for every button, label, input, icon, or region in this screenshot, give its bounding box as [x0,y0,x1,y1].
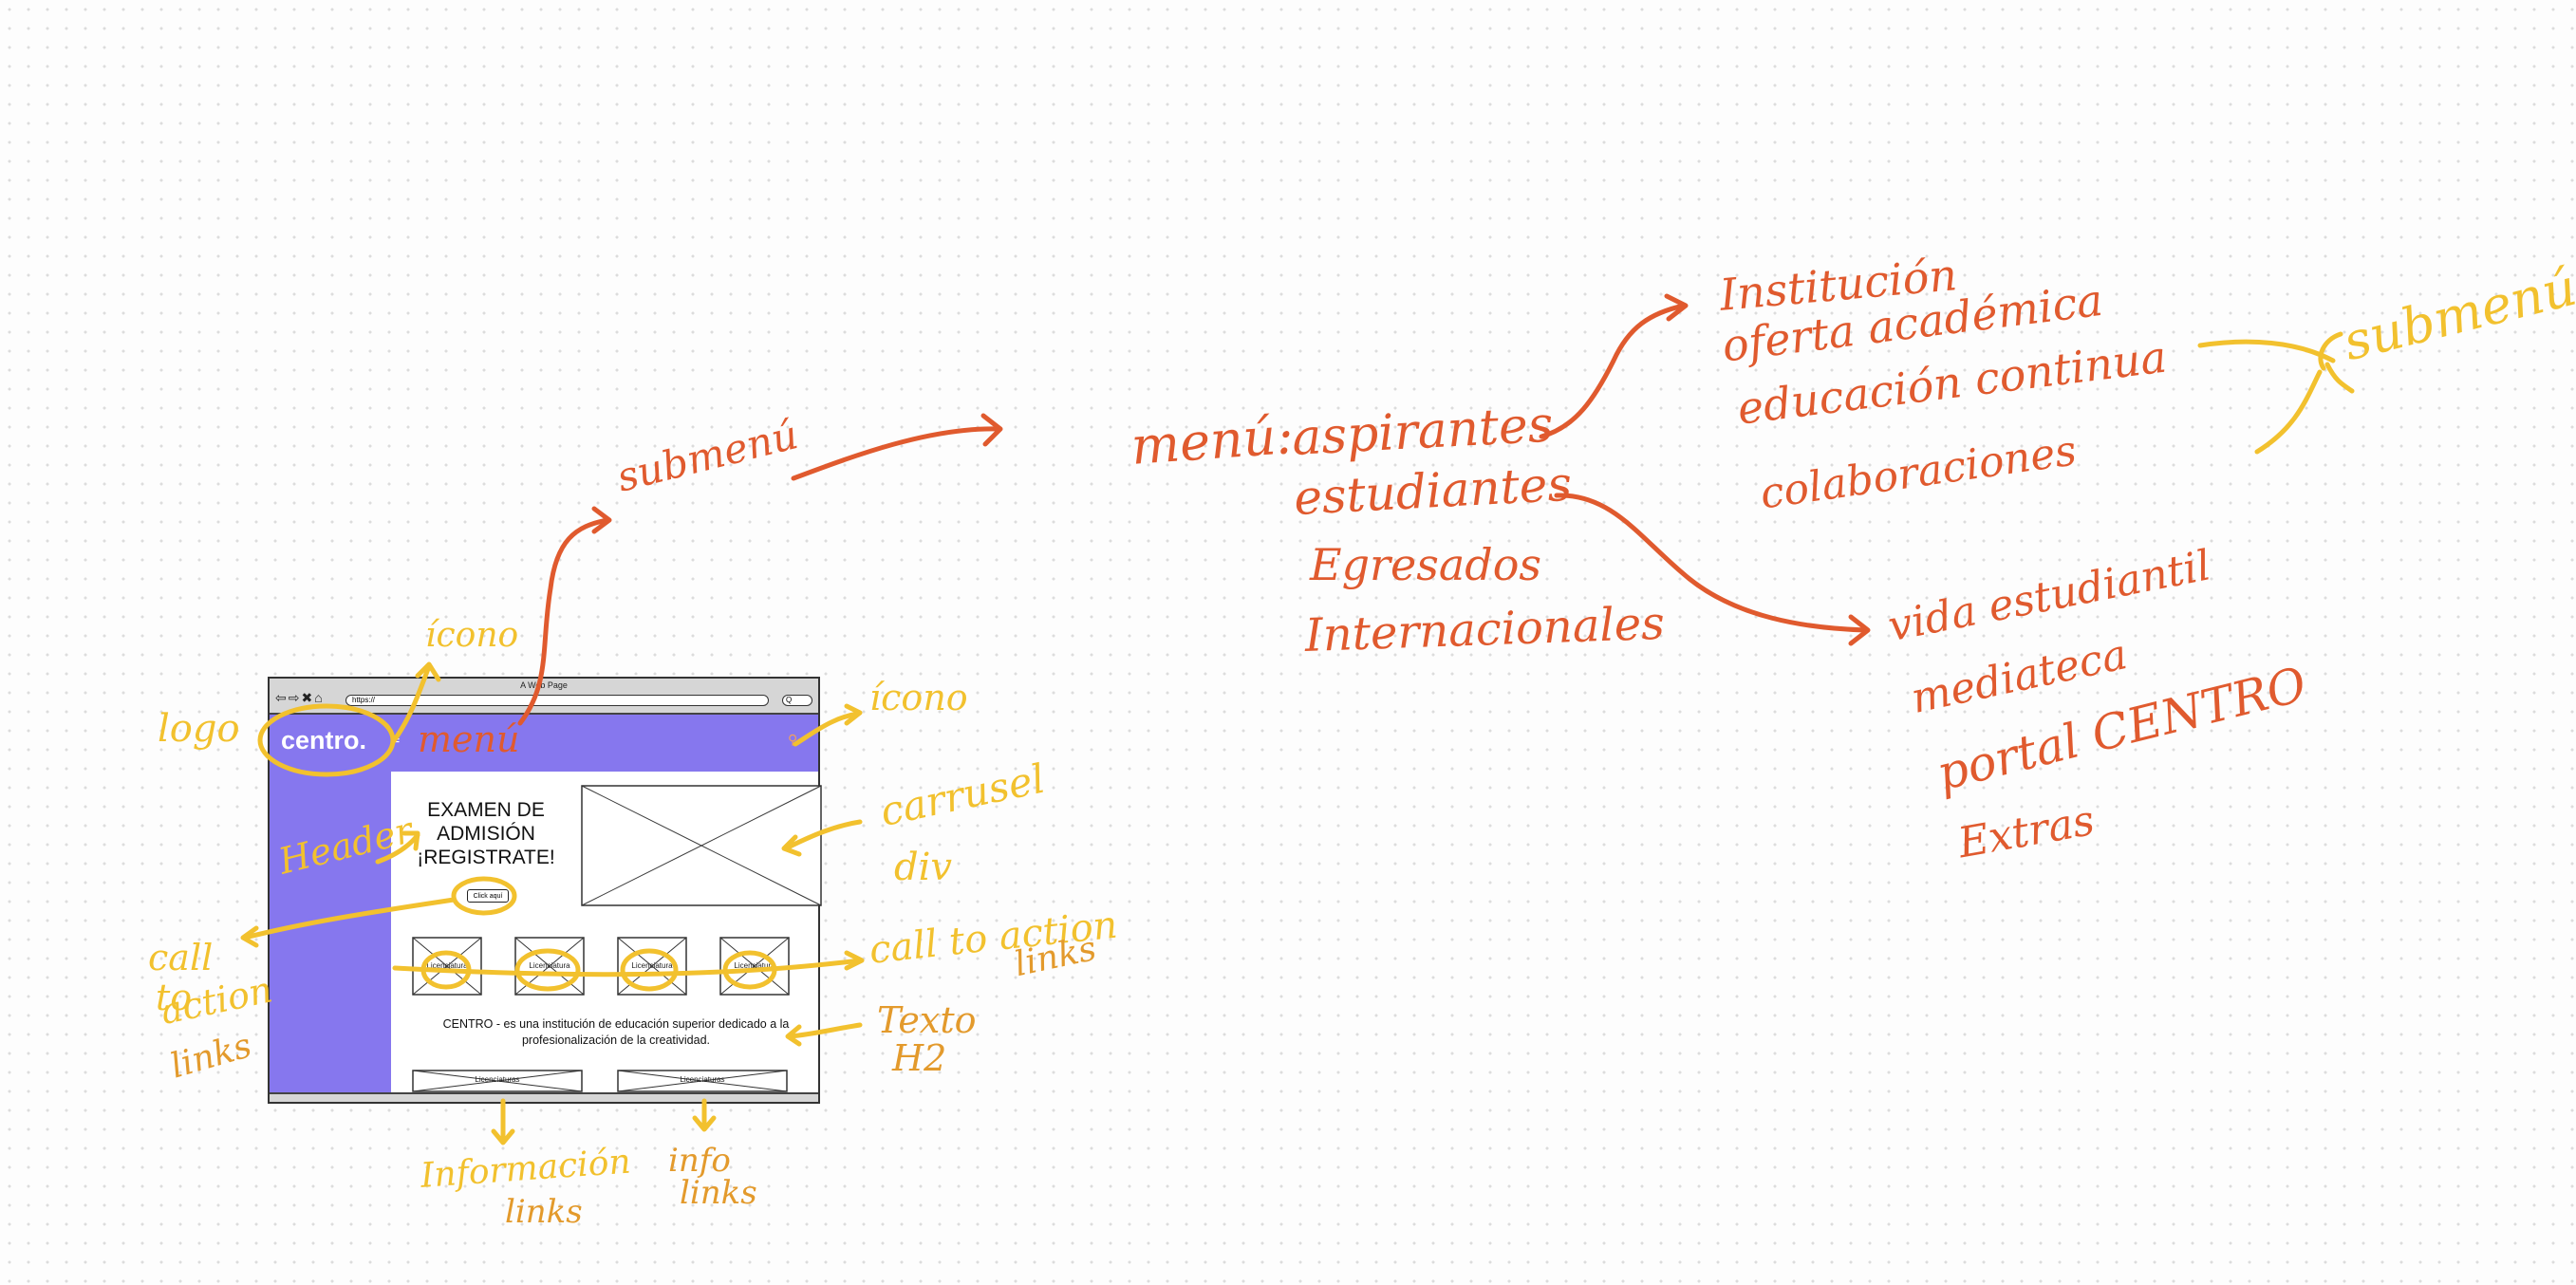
menu-label: menú: [1129,405,1296,476]
annotation-strokes [240,293,2355,1145]
annotation-cta-left: call [148,937,214,978]
annotation-info-b: links [680,1174,757,1212]
annotation-texto: Texto [877,999,977,1041]
annotation-icono-menu: ícono [425,616,519,655]
annotation-icono-search: ícono [869,677,968,718]
menu-item: Egresados [1310,539,1542,590]
menu-item: Internacionales [1303,596,1666,662]
menu-item: aspirantes [1290,396,1555,467]
menu-item: estudiantes [1292,456,1574,526]
annotation-info-a: links [505,1193,583,1231]
annotation-info-b: info [668,1142,731,1180]
annotation-div: div [894,846,952,889]
annotation-logo: logo [158,707,240,751]
annotation-h2: H2 [892,1037,947,1079]
annotation-menu-wire: menú [418,718,520,760]
